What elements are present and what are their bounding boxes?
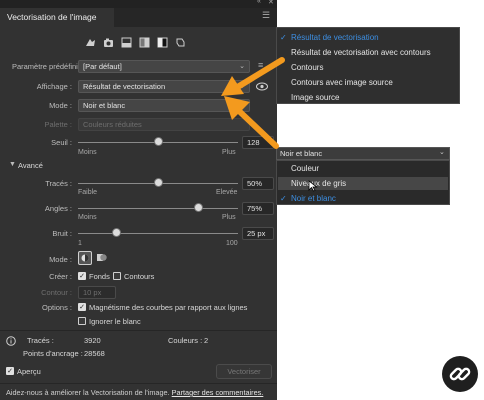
black-white-icon[interactable] <box>156 36 169 49</box>
auto-color-icon[interactable] <box>84 36 97 49</box>
overlapping-method-button[interactable] <box>95 251 109 265</box>
outline-icon[interactable] <box>174 36 187 49</box>
noise-slider-track[interactable] <box>78 233 238 234</box>
create-label: Créer : <box>49 272 72 281</box>
paths-min-label: Faible <box>78 189 98 196</box>
strokes-checkbox[interactable] <box>113 272 121 280</box>
vectorize-button[interactable]: Vectoriser <box>216 364 272 379</box>
palette-value: Couleurs réduites <box>83 120 142 129</box>
stats-anchors-label: Points d'ancrage : <box>23 349 83 358</box>
info-icon[interactable] <box>6 336 16 346</box>
noise-max-label: 100 <box>226 240 238 247</box>
paths-max-label: Elevée <box>216 189 238 196</box>
mode-value: Noir et blanc <box>83 101 126 110</box>
mode-option-black-white[interactable]: Noir et blanc <box>291 194 336 203</box>
mode-dropdown-menu: Couleur Niveaux de gris ✓ Noir et blanc <box>276 160 450 205</box>
feedback-footer: Aidez-nous à améliorer la Vectorisation … <box>6 388 274 397</box>
corners-input[interactable]: 75% <box>242 202 274 215</box>
panel-top-strip: « ✕ <box>0 0 277 8</box>
view-option-source[interactable]: Image source <box>291 93 339 102</box>
abutting-icon <box>81 254 89 262</box>
overlapping-icon <box>97 254 107 261</box>
abutting-method-button[interactable] <box>78 251 92 265</box>
threshold-slider-handle[interactable] <box>154 138 162 145</box>
corners-slider-handle[interactable] <box>194 204 202 211</box>
ignore-white-label: Ignorer le blanc <box>89 317 141 326</box>
noise-slider-handle[interactable] <box>112 229 120 236</box>
noise-min-label: 1 <box>78 240 82 247</box>
view-option-result-outlines[interactable]: Résultat de vectorisation avec contours <box>291 48 431 57</box>
paths-label: Tracés : <box>45 179 72 188</box>
corners-label: Angles : <box>44 204 72 213</box>
preset-value: [Par défaut] <box>83 62 122 71</box>
close-icon[interactable]: ✕ <box>268 0 274 6</box>
mode-dropdown-expanded[interactable]: Noir et blanc ⌄ <box>276 147 450 160</box>
snap-curves-label: Magnétisme des courbes par rapport aux l… <box>89 303 248 312</box>
snap-curves-checkbox[interactable]: ✓ <box>78 303 86 311</box>
method-label: Mode : <box>49 255 72 264</box>
stats-paths-value: 3920 <box>84 336 101 345</box>
disclosure-triangle-icon[interactable]: ▼ <box>9 161 16 168</box>
view-dropdown-menu: ✓ Résultat de vectorisation Résultat de … <box>276 27 460 104</box>
stats-anchors-value: 28568 <box>84 349 105 358</box>
noise-label: Bruit : <box>52 229 72 238</box>
fills-checkbox[interactable]: ✓ <box>78 272 86 280</box>
checkmark-icon: ✓ <box>280 33 287 42</box>
preset-label: Paramètre prédéfini : <box>11 62 82 71</box>
palette-label: Palette : <box>44 120 72 129</box>
preview-label: Aperçu <box>17 367 41 376</box>
chain-link-icon <box>449 367 471 381</box>
link-logo-icon <box>442 356 478 392</box>
view-option-outlines-source[interactable]: Contours avec image source <box>291 78 393 87</box>
paths-slider-handle[interactable] <box>154 179 162 186</box>
mode-label: Mode : <box>49 101 72 110</box>
high-color-icon[interactable] <box>102 36 115 49</box>
view-option-outlines[interactable]: Contours <box>291 63 323 72</box>
stroke-input[interactable]: 10 px <box>78 286 116 299</box>
collapse-icon[interactable]: « <box>257 0 261 5</box>
orange-arrow-icon <box>224 96 279 149</box>
mode-option-color[interactable]: Couleur <box>291 164 319 173</box>
fills-label: Fonds <box>89 272 110 281</box>
chevron-down-icon: ⌄ <box>439 149 445 156</box>
mode-dropdown-value: Noir et blanc <box>280 149 323 158</box>
stats-colors-label: Couleurs : <box>168 336 203 345</box>
grayscale-icon[interactable] <box>138 36 151 49</box>
panel-title-tab[interactable]: Vectorisation de l'image <box>0 8 114 27</box>
corners-slider-track[interactable] <box>78 208 238 209</box>
advanced-toggle[interactable]: Avancé <box>18 161 43 170</box>
strokes-label: Contours <box>124 272 155 281</box>
feedback-text: Aidez-nous à améliorer la Vectorisation … <box>6 388 170 397</box>
noise-input[interactable]: 25 px <box>242 227 274 240</box>
threshold-label: Seuil : <box>51 138 72 147</box>
view-option-result[interactable]: Résultat de vectorisation <box>291 33 379 42</box>
ignore-white-checkbox[interactable] <box>78 317 86 325</box>
footer-divider <box>0 383 277 384</box>
stroke-label: Contour : <box>41 288 72 297</box>
share-feedback-link[interactable]: Partager des commentaires. <box>172 388 264 397</box>
view-label: Affichage : <box>36 82 72 91</box>
low-color-icon[interactable] <box>120 36 133 49</box>
corners-min-label: Moins <box>78 214 97 221</box>
corners-max-label: Plus <box>222 214 236 221</box>
stats-colors-value: 2 <box>204 336 209 345</box>
preview-checkbox[interactable]: ✓ <box>6 367 14 375</box>
mode-option-grayscale[interactable]: Niveaux de gris <box>291 179 346 188</box>
divider <box>0 330 277 331</box>
paths-input[interactable]: 50% <box>242 177 274 190</box>
view-value: Résultat de vectorisation <box>83 82 166 91</box>
cursor-arrow-icon <box>308 180 318 192</box>
stats-paths-label: Tracés : <box>27 336 54 345</box>
checkmark-icon: ✓ <box>280 194 287 203</box>
panel-menu-icon[interactable]: ☰ <box>262 10 270 21</box>
options-label: Options : <box>41 303 72 312</box>
threshold-min-label: Moins <box>78 149 97 156</box>
